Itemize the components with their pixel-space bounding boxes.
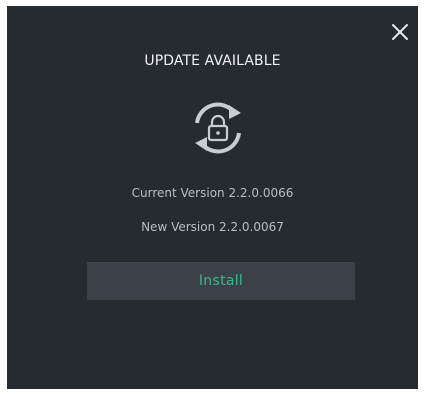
current-version-text: Current Version 2.2.0.0066: [131, 186, 294, 200]
close-icon[interactable]: [388, 20, 412, 44]
new-version-text: New Version 2.2.0.0067: [141, 220, 284, 234]
update-dialog: UPDATE AVAILABLE Current Version 2.2.0.0…: [7, 6, 418, 389]
install-button[interactable]: Install: [87, 262, 355, 300]
sync-lock-icon: [195, 102, 241, 154]
dialog-title: UPDATE AVAILABLE: [144, 53, 281, 69]
